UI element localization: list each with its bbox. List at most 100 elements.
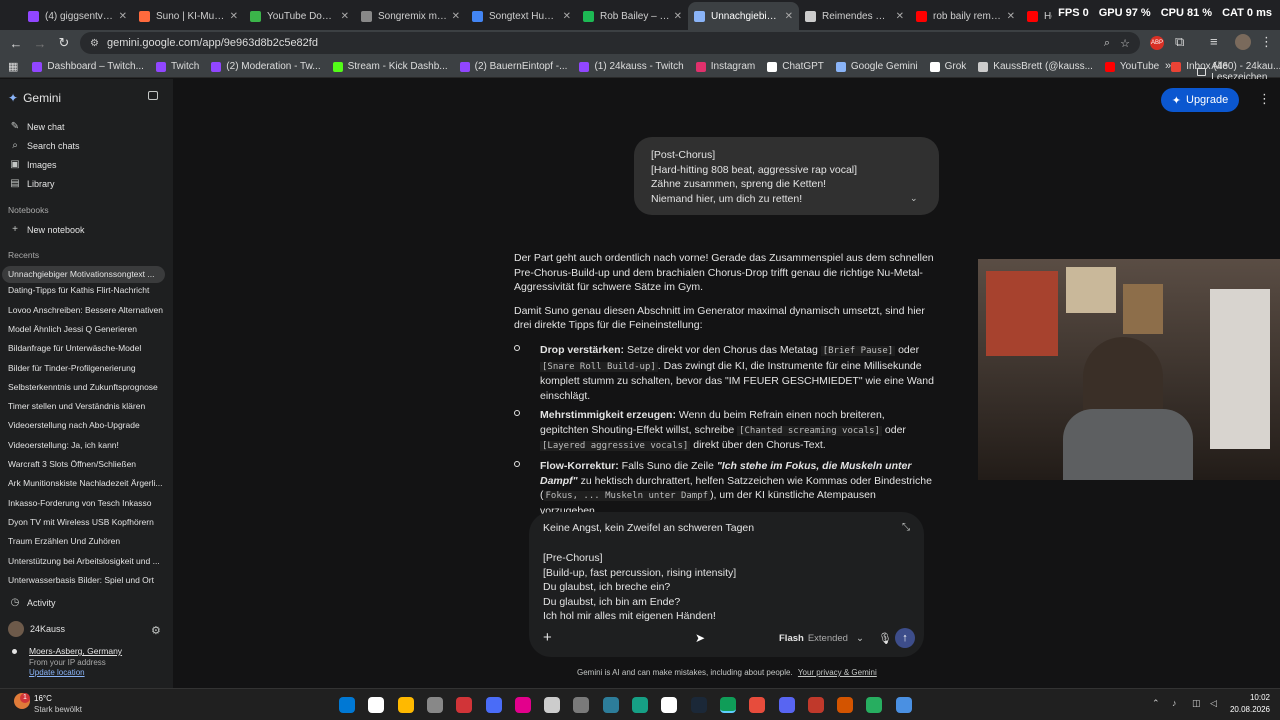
recent-chat-item[interactable]: Selbsterkenntnis und Zukunftsprognose <box>8 382 163 392</box>
recent-chat-item[interactable]: Ark Munitionskiste Nachladezeit Ärgerli.… <box>8 478 163 488</box>
privacy-link[interactable]: Your privacy & Gemini <box>798 668 877 677</box>
app-icon[interactable] <box>837 697 854 713</box>
close-tab-icon[interactable]: ✕ <box>785 11 793 22</box>
new-notebook-button[interactable]: + New notebook <box>8 224 84 235</box>
close-tab-icon[interactable]: ✕ <box>452 11 460 22</box>
recent-chat-item[interactable]: Videoerstellung nach Abo-Upgrade <box>8 420 163 430</box>
upgrade-button[interactable]: ✦ Upgrade <box>1161 88 1239 112</box>
search-chats-button[interactable]: ⌕ Search chats <box>8 140 79 151</box>
close-tab-icon[interactable]: ✕ <box>563 11 571 22</box>
bookmark-item[interactable]: Instagram <box>695 61 755 72</box>
recent-chat-item[interactable]: Videoerstellung: Ja, ich kann! <box>8 440 163 450</box>
discord-icon[interactable] <box>778 697 795 713</box>
app-icon[interactable] <box>632 697 648 713</box>
browser-menu-icon[interactable]: ⋮ <box>1260 34 1273 50</box>
steam-icon[interactable] <box>690 697 707 713</box>
browser-tab[interactable]: Unnachgiebiger M ✕ <box>688 2 799 30</box>
app-icon[interactable] <box>456 697 473 713</box>
clock-time[interactable]: 10:02 <box>1228 693 1270 702</box>
browser-tab[interactable]: Suno | KI-Musik ✕ <box>133 2 244 30</box>
media-control-icon[interactable]: ≡ <box>1210 34 1218 49</box>
add-attachment-icon[interactable]: + <box>543 629 552 646</box>
bookmark-item[interactable]: YouTube <box>1104 61 1159 72</box>
browser-tab[interactable]: Reimendes Motiv ✕ <box>799 2 910 30</box>
app-icon[interactable] <box>573 697 590 713</box>
model-selector[interactable]: Flash Extended ⌄ <box>779 633 864 644</box>
settings-gear-icon[interactable]: ⚙ <box>151 624 161 637</box>
close-tab-icon[interactable]: ✕ <box>230 11 238 22</box>
recent-chat-item[interactable]: Unnachgiebiger Motivationssongtext ... <box>2 266 165 283</box>
app-icon[interactable] <box>485 697 502 713</box>
expand-chevron-icon[interactable]: ⌄ <box>910 193 918 204</box>
browser-tab[interactable]: (4) giggsentv - Tw ✕ <box>22 2 133 30</box>
bookmark-item[interactable]: ChatGPT <box>767 61 824 72</box>
network-icon[interactable]: ◫ <box>1192 698 1201 709</box>
back-icon[interactable]: ← <box>4 31 28 55</box>
browser-tab[interactable]: rob baily remix - ✕ <box>910 2 1021 30</box>
app-icon[interactable] <box>426 697 443 713</box>
close-tab-icon[interactable]: ✕ <box>896 11 904 22</box>
address-bar[interactable]: ⚙ gemini.google.com/app/9e963d8b2c5e82fd… <box>80 32 1140 54</box>
start-menu-icon[interactable] <box>339 697 355 713</box>
apps-grid-icon[interactable]: ▦ <box>8 60 18 73</box>
bookmark-item[interactable]: (2) BauernEintopf -... <box>459 61 567 72</box>
bookmark-item[interactable]: (2) Moderation - Tw... <box>211 61 321 72</box>
images-button[interactable]: ▣ Images <box>8 159 56 170</box>
recent-chat-item[interactable]: Model Ähnlich Jessi Q Generieren <box>8 324 163 334</box>
forward-icon[interactable]: → <box>28 31 52 55</box>
file-explorer-icon[interactable] <box>397 697 414 713</box>
activity-button[interactable]: ◷ Activity <box>8 597 56 608</box>
extensions-puzzle-icon[interactable]: ⧉ <box>1175 34 1184 50</box>
app-icon[interactable] <box>866 697 883 713</box>
recent-chat-item[interactable]: Bildanfrage für Unterwäsche-Model <box>8 343 163 353</box>
app-icon[interactable] <box>807 697 824 713</box>
chrome-icon[interactable] <box>719 697 736 713</box>
collapse-composer-icon[interactable]: ⤡ <box>902 522 910 533</box>
extension-icon[interactable]: ABP <box>1150 36 1164 50</box>
zoom-icon[interactable]: ⌕ <box>1104 37 1110 50</box>
more-bookmarks-icon[interactable]: » <box>1165 60 1171 72</box>
app-icon[interactable] <box>895 697 912 713</box>
recent-chat-item[interactable]: Timer stellen und Verständnis klären <box>8 401 163 411</box>
bookmark-item[interactable]: Grok <box>929 61 966 72</box>
bookmark-item[interactable]: Google Gemini <box>835 61 918 72</box>
microphone-tray-icon[interactable]: ♪ <box>1172 698 1177 708</box>
search-taskbar-icon[interactable] <box>368 697 385 713</box>
close-tab-icon[interactable]: ✕ <box>119 11 127 22</box>
recent-chat-item[interactable]: Lovoo Anschreiben: Bessere Alternativen <box>8 305 163 315</box>
app-icon[interactable] <box>544 697 561 713</box>
close-tab-icon[interactable]: ✕ <box>341 11 349 22</box>
bookmark-item[interactable]: Stream - Kick Dashb... <box>332 61 448 72</box>
close-tab-icon[interactable]: ✕ <box>674 11 682 22</box>
new-chat-button[interactable]: ✎ New chat <box>8 121 65 132</box>
recent-chat-item[interactable]: Inkasso-Forderung von Tesch Inkasso <box>8 498 163 508</box>
recent-chat-item[interactable]: Unterwasserbasis Bilder: Spiel und Ort <box>8 575 163 585</box>
clock-date[interactable]: 20.08.2026 <box>1228 705 1270 714</box>
tray-chevron-icon[interactable]: ⌃ <box>1152 698 1160 709</box>
app-icon[interactable] <box>602 697 619 713</box>
bookmark-item[interactable]: KaussBrett (@kauss... <box>978 61 1093 72</box>
app-icon[interactable] <box>661 697 678 713</box>
collapse-sidebar-icon[interactable] <box>148 91 158 100</box>
site-info-icon[interactable]: ⚙ <box>90 38 99 49</box>
recent-chat-item[interactable]: Dating-Tipps für Kathis Flirt-Nachricht <box>8 285 163 295</box>
volume-icon[interactable]: ◁ <box>1210 698 1217 709</box>
browser-tab[interactable]: Rob Bailey – Hun ✕ <box>577 2 688 30</box>
update-location-link[interactable]: Update location <box>29 668 85 677</box>
prompt-composer[interactable]: Keine Angst, kein Zweifel an schweren Ta… <box>529 512 924 657</box>
bookmark-item[interactable]: Twitch <box>155 61 199 72</box>
user-account[interactable]: 24Kauss <box>8 621 65 637</box>
browser-tab[interactable]: Songtext Hungry ✕ <box>466 2 577 30</box>
send-button[interactable]: ↑ <box>895 628 915 648</box>
close-tab-icon[interactable]: ✕ <box>1007 11 1015 22</box>
recent-chat-item[interactable]: Bilder für Tinder-Profilgenerierung <box>8 363 163 373</box>
reload-icon[interactable]: ↻ <box>52 31 76 55</box>
bookmark-star-icon[interactable]: ☆ <box>1120 37 1130 50</box>
recent-chat-item[interactable]: Warcraft 3 Slots Öffnen/Schließen <box>8 459 163 469</box>
app-icon[interactable] <box>514 697 531 713</box>
browser-tab[interactable]: YouTube Downlo ✕ <box>244 2 355 30</box>
library-button[interactable]: ▤ Library <box>8 178 54 189</box>
recent-chat-item[interactable]: Unterstützung bei Arbeitslosigkeit und .… <box>8 556 163 566</box>
bookmark-item[interactable]: Dashboard – Twitch... <box>32 61 144 72</box>
composer-text[interactable]: [Pre-Chorus] [Build-up, fast percussion,… <box>543 551 736 624</box>
